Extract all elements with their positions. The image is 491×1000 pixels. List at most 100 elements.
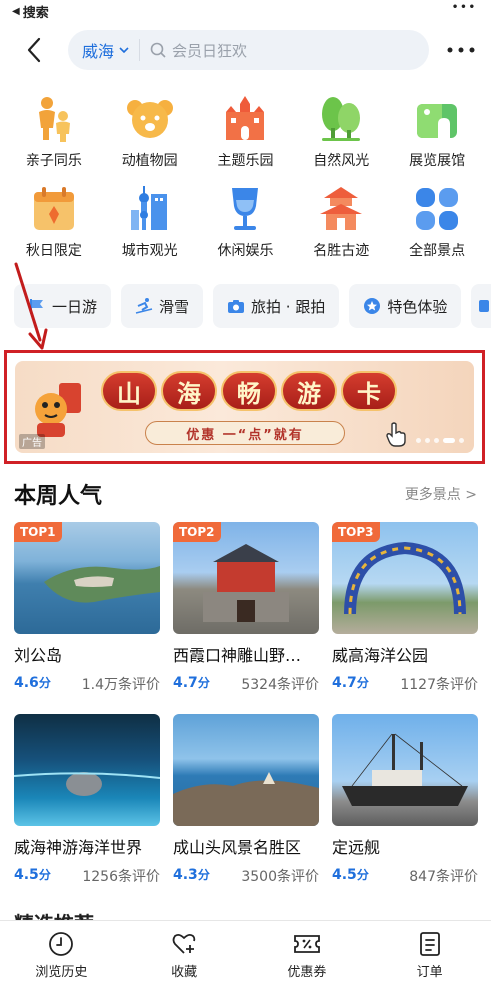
chip-travel-photo[interactable]: 旅拍 · 跟拍 — [213, 284, 340, 328]
attraction-score: 4.6分 — [14, 675, 51, 691]
back-triangle-icon[interactable]: ◀ — [12, 6, 20, 17]
chevron-left-icon — [27, 37, 41, 63]
category-label: 亲子同乐 — [25, 153, 82, 169]
tab-label: 优惠券 — [287, 965, 327, 980]
tab-history[interactable]: 浏览历史 — [0, 921, 123, 1000]
search-placeholder: 会员日狂欢 — [172, 41, 248, 60]
status-back-label[interactable]: 搜索 — [23, 2, 49, 21]
attraction-card[interactable]: TOP1 刘公岛 4.6分 1.4万条评价 — [14, 522, 160, 694]
tab-label: 订单 — [416, 965, 443, 980]
star-badge-icon — [363, 297, 381, 315]
banner-title-char: 卡 — [341, 371, 397, 411]
category-item[interactable]: 秋日限定 — [6, 184, 102, 274]
more-dots-icon — [447, 47, 475, 53]
attraction-reviews: 847条评价 — [409, 869, 478, 885]
chip-label: 特色体验 — [387, 297, 448, 316]
attraction-photo — [14, 714, 160, 826]
clock-icon — [49, 932, 74, 956]
carousel-dot-active[interactable] — [443, 438, 455, 443]
category-item[interactable]: 城市观光 — [102, 184, 198, 274]
camera-icon — [227, 297, 245, 315]
attraction-photo — [173, 714, 319, 826]
more-attractions-link[interactable]: 更多景点 > — [405, 484, 477, 504]
category-item[interactable]: 全部景点 — [389, 184, 485, 274]
search-icon — [150, 42, 166, 58]
category-label: 全部景点 — [409, 243, 466, 259]
tap-hand-icon — [386, 422, 406, 447]
promo-banner[interactable]: 山 海 畅 游 卡 优惠 一“点”就有 广告 — [15, 361, 474, 453]
back-button[interactable] — [12, 28, 56, 72]
chip-label: 滑雪 — [159, 297, 190, 316]
attraction-card[interactable]: TOP3 威高海洋公园 4.7分 1127条评价 — [332, 522, 478, 694]
attraction-reviews: 1256条评价 — [82, 869, 160, 885]
tab-favorites[interactable]: 收藏 — [123, 921, 246, 1000]
attraction-meta: 4.7分 1127条评价 — [332, 674, 478, 694]
carousel-dot[interactable] — [434, 438, 439, 443]
category-label: 主题乐园 — [217, 153, 274, 169]
carousel-dots[interactable] — [416, 438, 464, 443]
carousel-dot[interactable] — [416, 438, 421, 443]
section-title: 本周人气 — [14, 484, 103, 509]
attraction-name: 西霞口神雕山野… — [173, 646, 302, 665]
tree-icon — [316, 94, 366, 144]
city-selector[interactable]: 威海 — [68, 39, 141, 61]
autumn-calendar-icon — [29, 184, 79, 234]
category-label: 动植物园 — [121, 153, 178, 169]
top-badge: TOP1 — [14, 522, 62, 542]
koala-icon — [125, 94, 175, 144]
attraction-photo: TOP1 — [14, 522, 160, 634]
attraction-name: 定远舰 — [332, 838, 381, 857]
attraction-card[interactable]: 成山头风景名胜区 4.3分 3500条评价 — [173, 714, 319, 886]
carousel-dot[interactable] — [459, 438, 464, 443]
tab-orders[interactable]: 订单 — [368, 921, 491, 1000]
category-item[interactable]: 自然风光 — [293, 94, 389, 184]
chip-special-experience[interactable]: 特色体验 — [349, 284, 462, 328]
category-item[interactable]: 名胜古迹 — [293, 184, 389, 274]
bottom-tab-bar: 浏览历史 收藏 优惠券 订单 — [0, 920, 491, 1000]
family-icon — [29, 94, 79, 144]
category-label: 自然风光 — [313, 153, 370, 169]
chip-label: 旅拍 · 跟拍 — [251, 297, 326, 316]
attraction-name: 成山头风景名胜区 — [173, 838, 302, 857]
attraction-meta: 4.3分 3500条评价 — [173, 866, 319, 886]
skier-icon — [135, 297, 153, 315]
category-item[interactable]: 动植物园 — [102, 94, 198, 184]
banner-title-char: 山 — [101, 371, 157, 411]
coupon-icon — [293, 935, 320, 953]
city-tower-icon — [125, 184, 175, 234]
attraction-reviews: 1127条评价 — [400, 677, 478, 693]
search-bar[interactable]: 威海 会员日狂欢 — [68, 30, 429, 70]
category-item[interactable]: 展览展馆 — [389, 94, 485, 184]
ad-label: 广告 — [19, 434, 45, 449]
attraction-score: 4.3分 — [173, 867, 210, 883]
tab-coupons[interactable]: 优惠券 — [246, 921, 369, 1000]
category-label: 展览展馆 — [409, 153, 466, 169]
partial-chip-icon — [477, 297, 490, 315]
category-item[interactable]: 休闲娱乐 — [198, 184, 294, 274]
more-menu-button[interactable] — [443, 30, 479, 70]
theme-chips: 一日游 滑雪 旅拍 · 跟拍 特色体验 — [0, 284, 491, 330]
attraction-reviews: 1.4万条评价 — [81, 677, 160, 693]
chevron-down-icon — [119, 47, 129, 53]
category-label: 休闲娱乐 — [217, 243, 274, 259]
top-badge: TOP2 — [173, 522, 221, 542]
tab-label: 浏览历史 — [35, 965, 88, 980]
attraction-card[interactable]: 威海神游海洋世界 4.5分 1256条评价 — [14, 714, 160, 886]
status-bar: ◀ 搜索 ••• — [0, 0, 491, 22]
attraction-reviews: 5324条评价 — [241, 677, 319, 693]
tab-label: 收藏 — [171, 965, 198, 980]
city-label: 威海 — [82, 42, 115, 61]
chip-more[interactable] — [471, 284, 491, 328]
attraction-card[interactable]: 定远舰 4.5分 847条评价 — [332, 714, 478, 886]
chip-label: 一日游 — [52, 297, 98, 316]
search-input[interactable]: 会员日狂欢 — [140, 40, 247, 61]
attraction-card[interactable]: TOP2 西霞口神雕山野… 4.7分 5324条评价 — [173, 522, 319, 694]
category-item[interactable]: 主题乐园 — [198, 94, 294, 184]
attraction-photo — [332, 714, 478, 826]
attraction-meta: 4.5分 847条评价 — [332, 866, 478, 886]
attraction-name: 威高海洋公园 — [332, 646, 429, 665]
category-label: 秋日限定 — [25, 243, 82, 259]
chip-skiing[interactable]: 滑雪 — [121, 284, 204, 328]
category-item[interactable]: 亲子同乐 — [6, 94, 102, 184]
carousel-dot[interactable] — [425, 438, 430, 443]
